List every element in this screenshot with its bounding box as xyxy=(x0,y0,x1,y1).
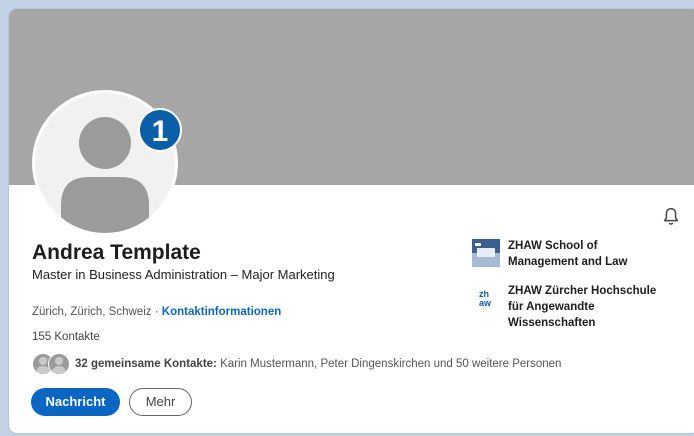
zhaw-logo-icon: zh aw xyxy=(472,284,500,312)
bell-icon[interactable] xyxy=(660,206,682,228)
school-name: ZHAW Zürcher Hochschule für Angewandte W… xyxy=(508,285,657,329)
location-text: Zürich, Zürich, Schweiz xyxy=(32,306,152,318)
step-number-badge: 1 xyxy=(138,108,182,152)
mutual-avatar-icon xyxy=(48,353,70,375)
profile-headline: Master in Business Administration – Majo… xyxy=(32,267,335,282)
mutual-avatars xyxy=(32,353,72,375)
education-item[interactable]: ZHAW School of Management and Law xyxy=(472,238,628,270)
contact-info-link[interactable]: Kontaktinformationen xyxy=(162,306,281,318)
profile-name: Andrea Template xyxy=(32,241,201,264)
mutual-contacts[interactable]: 32 gemeinsame Kontakte: Karin Mustermann… xyxy=(32,353,561,375)
school-logo-icon xyxy=(472,239,500,267)
separator: · xyxy=(154,306,159,318)
mutual-contacts-count: 32 gemeinsame Kontakte: xyxy=(75,358,217,370)
more-button[interactable]: Mehr xyxy=(129,388,192,416)
location-line: Zürich, Zürich, Schweiz · Kontaktinforma… xyxy=(32,306,281,318)
svg-text:aw: aw xyxy=(479,298,492,308)
message-button[interactable]: Nachricht xyxy=(31,388,120,416)
mutual-contacts-text: 32 gemeinsame Kontakte: Karin Mustermann… xyxy=(75,358,561,370)
contacts-count[interactable]: 155 Kontakte xyxy=(32,331,100,343)
school-name: ZHAW School of Management and Law xyxy=(508,240,628,268)
mutual-contacts-names: Karin Mustermann, Peter Dingenskirchen u… xyxy=(220,358,562,370)
education-item[interactable]: zh aw ZHAW Zürcher Hochschule für Angewa… xyxy=(472,283,656,331)
profile-card: 1 Andrea Template Master in Business Adm… xyxy=(9,9,694,433)
